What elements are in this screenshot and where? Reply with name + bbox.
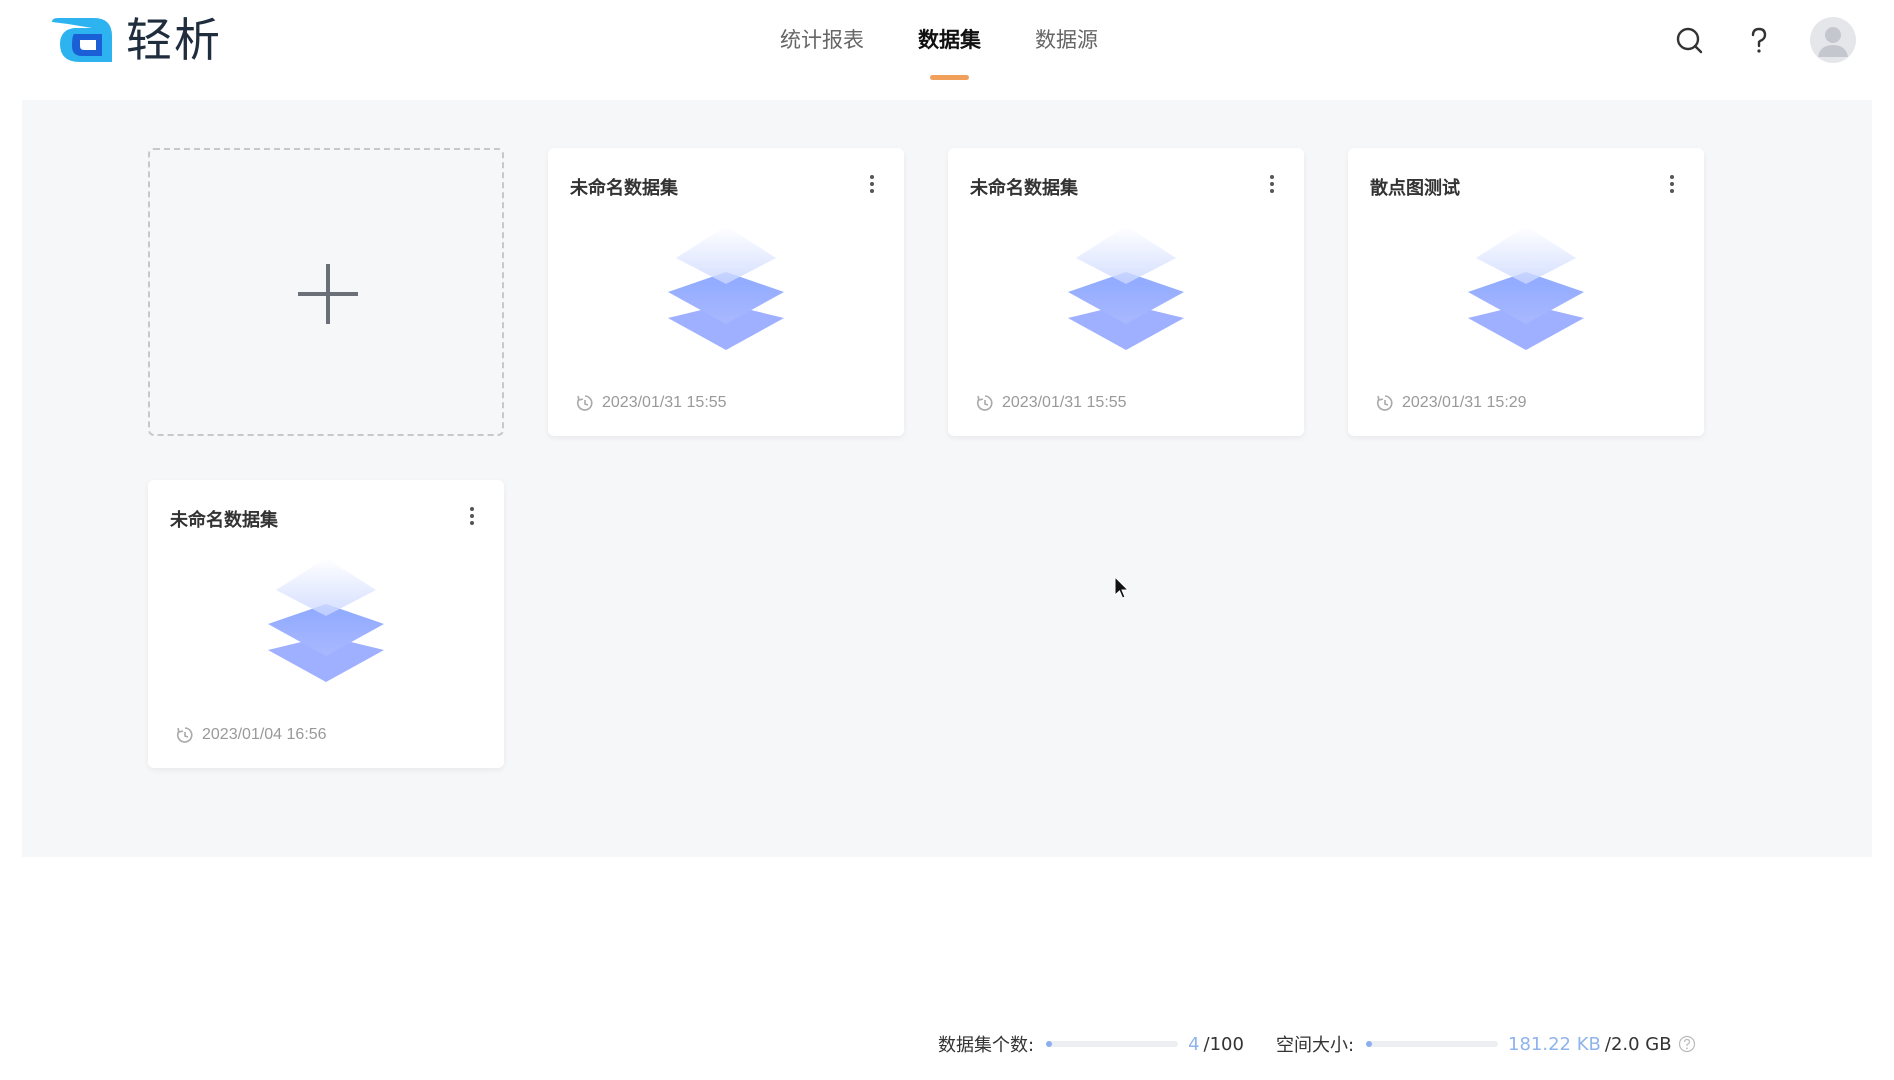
dataset-card[interactable]: 未命名数据集 2023/01/31 15:55 (948, 148, 1304, 436)
layers-icon (1068, 226, 1184, 350)
top-header: 轻析 统计报表 数据集 数据源 (0, 0, 1894, 80)
main-nav: 统计报表 数据集 数据源 (780, 0, 1152, 80)
app-logo[interactable]: 轻析 (50, 14, 222, 66)
space-bar (1366, 1041, 1499, 1047)
tab-reports[interactable]: 统计报表 (780, 0, 864, 80)
dataset-timestamp: 2023/01/31 15:29 (1376, 394, 1527, 412)
tab-datasets[interactable]: 数据集 (918, 0, 981, 80)
dataset-count-used: 4 (1188, 1033, 1200, 1055)
more-icon[interactable] (1262, 172, 1282, 196)
space-used: 181.22 KB (1508, 1033, 1601, 1055)
dataset-card[interactable]: 未命名数据集 2023/01/31 15:55 (548, 148, 904, 436)
more-icon[interactable] (1662, 172, 1682, 196)
space-total: /2.0 GB (1604, 1033, 1672, 1055)
dataset-title: 未命名数据集 (570, 178, 678, 199)
help-circle-icon[interactable] (1678, 1035, 1696, 1053)
clock-icon (176, 727, 193, 743)
space-fill (1366, 1041, 1373, 1047)
space-label: 空间大小: (1275, 1035, 1355, 1056)
dataset-count-total: /100 (1203, 1033, 1244, 1055)
dataset-title: 散点图测试 (1370, 178, 1460, 199)
dataset-count-label: 数据集个数: (938, 1035, 1035, 1056)
layers-icon (668, 226, 784, 350)
dataset-timestamp: 2023/01/31 15:55 (576, 394, 727, 412)
dataset-count-bar (1046, 1041, 1179, 1047)
dataset-timestamp: 2023/01/04 16:56 (176, 726, 327, 744)
layers-icon (268, 558, 384, 682)
search-icon[interactable] (1674, 25, 1704, 55)
logo-mark-icon (52, 18, 112, 62)
dataset-title: 未命名数据集 (170, 510, 278, 531)
clock-icon (576, 395, 593, 411)
clock-icon (1376, 395, 1393, 411)
dataset-title: 未命名数据集 (970, 178, 1078, 199)
avatar-icon (1818, 27, 1848, 57)
logo-text: 轻析 (126, 13, 222, 67)
tab-datasources[interactable]: 数据源 (1035, 0, 1098, 80)
more-icon[interactable] (862, 172, 882, 196)
dataset-panel: 未命名数据集 2023/01/31 15:55 未命名数据集 2023/01/3… (22, 100, 1872, 857)
add-dataset-card[interactable] (148, 148, 504, 436)
help-icon[interactable] (1744, 25, 1774, 55)
avatar[interactable] (1810, 17, 1856, 63)
dataset-timestamp: 2023/01/31 15:55 (976, 394, 1127, 412)
dataset-card[interactable]: 未命名数据集 2023/01/04 16:56 (148, 480, 504, 768)
dataset-count-fill (1046, 1041, 1053, 1047)
usage-footer: 数据集个数: 4 /100 空间大小: 181.22 KB /2.0 GB (938, 1030, 1696, 1058)
more-icon[interactable] (462, 504, 482, 528)
clock-icon (976, 395, 993, 411)
layers-icon (1468, 226, 1584, 350)
mouse-cursor-icon (1114, 576, 1130, 599)
dataset-card[interactable]: 散点图测试 2023/01/31 15:29 (1348, 148, 1704, 436)
